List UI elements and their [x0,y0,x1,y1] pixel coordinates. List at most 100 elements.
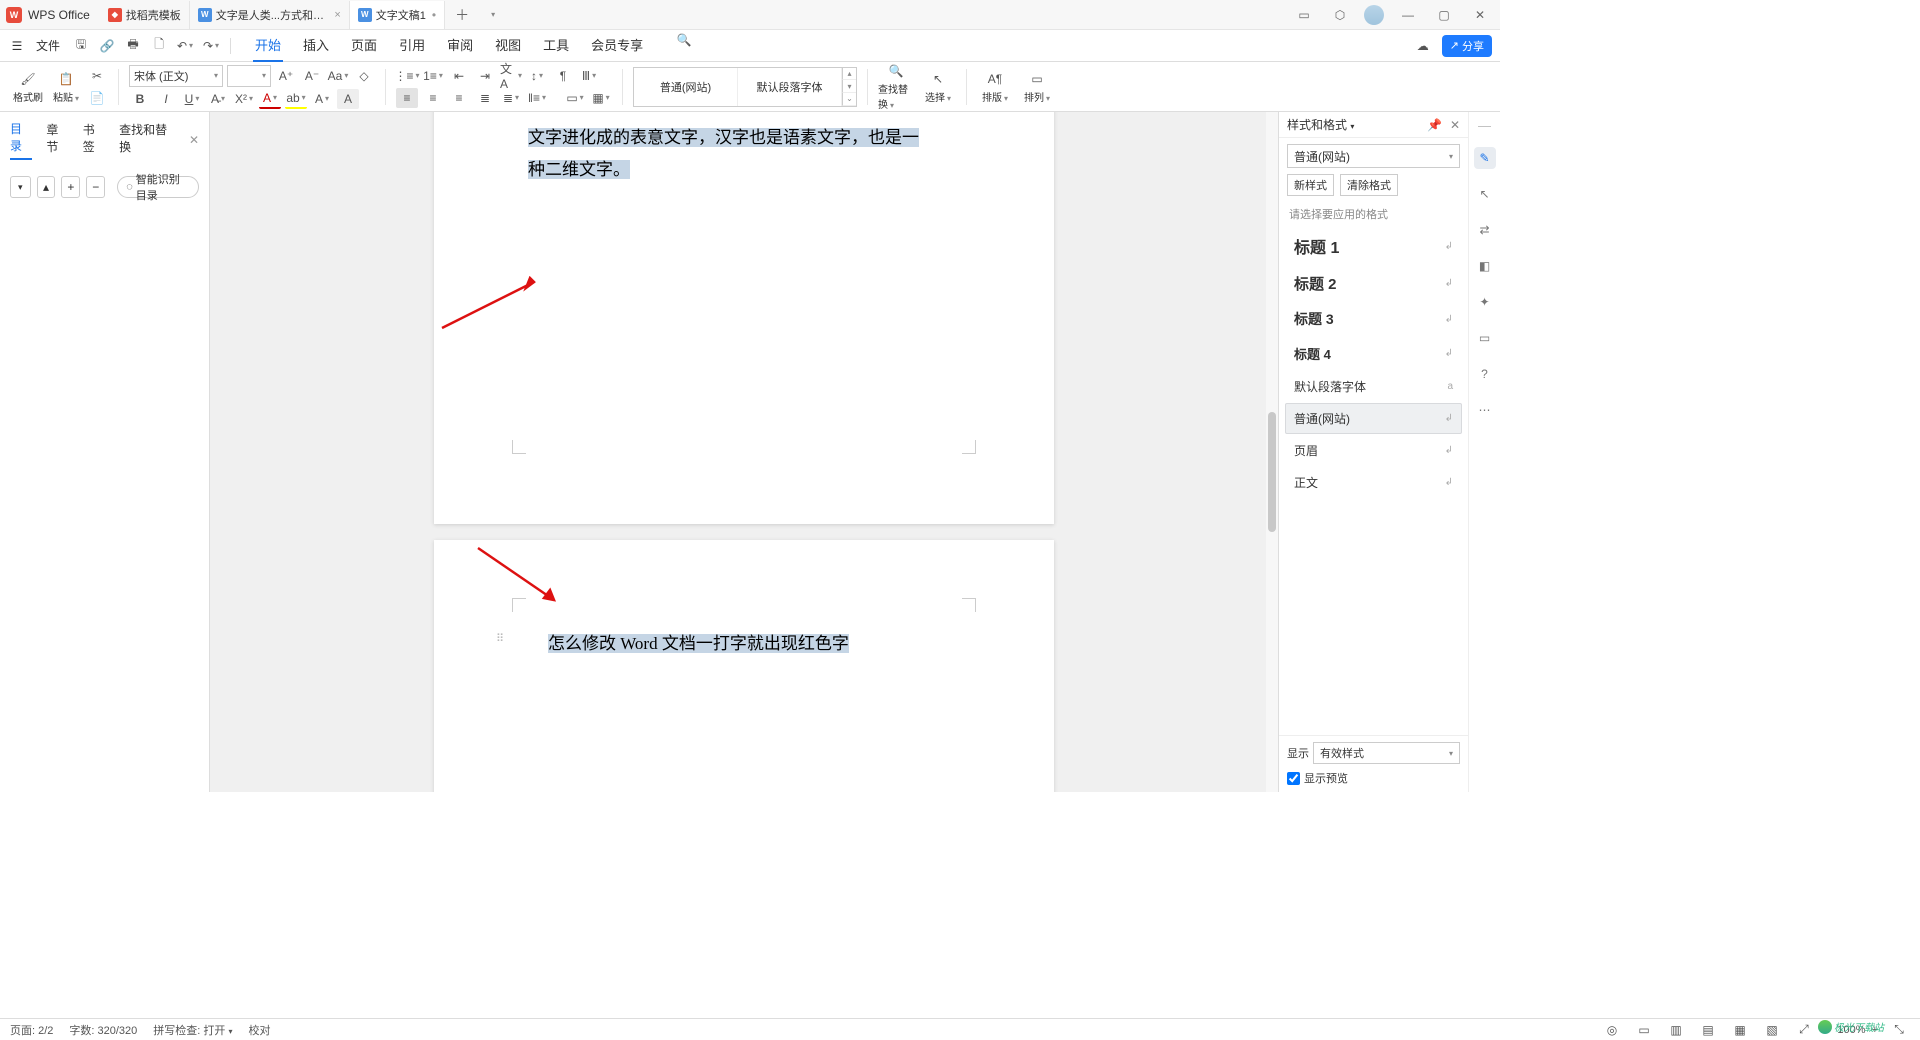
decrease-font-icon[interactable]: A⁻ [301,66,323,86]
strikethrough-icon[interactable]: A̵ [207,89,229,109]
tab-insert[interactable]: 插入 [301,29,331,62]
style-item-body[interactable]: 正文↲ [1285,467,1462,498]
close-icon[interactable]: × [334,9,340,21]
dock-layers-icon[interactable]: ◧ [1474,255,1496,277]
selected-text[interactable]: 怎么修改 Word 文档一打字就出现红色字 [548,634,849,653]
nav-tab-toc[interactable]: 目录 [10,120,32,160]
word-count[interactable]: 字数: 320/320 [69,1022,137,1038]
paste-button[interactable]: 📋粘贴 [52,70,80,104]
dock-select-icon[interactable]: ↖ [1474,183,1496,205]
italic-icon[interactable]: I [155,89,177,109]
nav-tab-bookmarks[interactable]: 书签 [83,121,105,159]
page-indicator[interactable]: 页面: 2/2 [10,1022,53,1038]
tab-start[interactable]: 开始 [253,29,283,62]
print-preview-icon[interactable]: 🗋 [148,35,170,57]
toc-up-button[interactable]: ▴ [37,176,56,198]
scrollbar-thumb[interactable] [1268,412,1276,532]
line-tools-icon[interactable]: Ⅲ [578,66,600,86]
zoom-value[interactable]: 100% [1837,1024,1865,1036]
close-panel-icon[interactable]: ✕ [1450,118,1460,132]
print-icon[interactable]: 🖶 [122,35,144,57]
current-style-select[interactable]: 普通(网站)▾ [1287,144,1460,168]
proof-status[interactable]: 校对 [248,1022,270,1038]
tab-list-dropdown[interactable] [479,9,505,20]
dock-tools-icon[interactable]: ✦ [1474,291,1496,313]
style-item-default-para[interactable]: 默认段落字体a [1285,371,1462,402]
clear-format-icon[interactable]: ◇ [353,66,375,86]
increase-font-icon[interactable]: A⁺ [275,66,297,86]
reader-mode-icon[interactable]: ▭ [1292,3,1316,27]
dock-help-icon[interactable]: ? [1474,363,1496,385]
gallery-up-icon[interactable]: ▴ [842,68,856,81]
align-justify-icon[interactable]: ≣ [474,88,496,108]
increase-indent-icon[interactable]: ⇥ [474,66,496,86]
style-item-normal-web[interactable]: 普通(网站)↲ [1285,403,1462,434]
tab-review[interactable]: 审阅 [445,29,475,62]
style-item-header[interactable]: 页眉↲ [1285,435,1462,466]
add-tab-button[interactable]: ＋ [445,5,479,25]
format-painter-button[interactable]: 🖌格式刷 [10,70,46,104]
font-effects-icon[interactable]: A [337,89,359,109]
zoom-in-icon[interactable]: + [1872,1024,1878,1036]
decrease-indent-icon[interactable]: ⇤ [448,66,470,86]
new-style-button[interactable]: 新样式 [1287,174,1334,196]
style-gallery-item[interactable]: 默认段落字体 [738,68,842,106]
style-item-heading3[interactable]: 标题 3↲ [1285,302,1462,336]
nav-tab-chapters[interactable]: 章节 [46,121,68,159]
web-view-icon[interactable]: ▦ [1729,1020,1751,1040]
maximize-button[interactable]: ▢ [1432,3,1456,27]
spellcheck-status[interactable]: 拼写检查: 打开 ▾ [153,1022,232,1038]
dock-more-icon[interactable]: ⋯ [1474,399,1496,421]
toc-add-button[interactable]: + [61,176,80,198]
zoom-control[interactable]: − 100% + [1825,1024,1878,1036]
align-center-icon[interactable]: ≡ [422,88,444,108]
undo-icon[interactable]: ↶ [174,35,196,57]
line-spacing-icon[interactable]: ‖≡ [526,88,548,108]
page-2[interactable]: ⠿ 怎么修改 Word 文档一打字就出现红色字 [434,540,1054,792]
close-panel-icon[interactable]: ✕ [189,133,199,147]
fullscreen-icon[interactable]: ⤡ [1888,1020,1910,1040]
page-view-icon[interactable]: ▥ [1665,1020,1687,1040]
page-1[interactable]: 文字进化成的表意文字，汉字也是语素文字，也是一 种二维文字。 [434,112,1054,524]
find-replace-button[interactable]: 🔍查找替换 [878,62,914,111]
link-icon[interactable]: 🔗 [96,35,118,57]
nav-tab-find[interactable]: 查找和替换 [119,121,175,159]
distribute-icon[interactable]: ≣ [500,88,522,108]
fill-color-icon[interactable]: ▭ [564,88,586,108]
zoom-out-icon[interactable]: − [1825,1024,1831,1036]
hamburger-icon[interactable]: ☰ [8,37,26,55]
number-list-icon[interactable]: 1≡ [422,66,444,86]
cube-icon[interactable]: ⬡ [1328,3,1352,27]
collapse-dock-icon[interactable]: ― [1478,118,1491,133]
show-marks-icon[interactable]: ¶ [552,66,574,86]
align-right-icon[interactable]: ≡ [448,88,470,108]
tab-page[interactable]: 页面 [349,29,379,62]
dock-settings-icon[interactable]: ⇄ [1474,219,1496,241]
gallery-expand-icon[interactable]: ⌄ [842,93,856,106]
font-size-select[interactable]: ▾ [227,65,271,87]
tab-templates[interactable]: ◆ 找稻壳模板 [100,1,190,29]
arrange-button[interactable]: ▭排列 [1019,70,1055,104]
copy-icon[interactable]: 📄 [86,88,108,108]
style-item-heading4[interactable]: 标题 4↲ [1285,337,1462,370]
tab-member[interactable]: 会员专享 [589,29,645,62]
tab-tools[interactable]: 工具 [541,29,571,62]
style-item-heading1[interactable]: 标题 1↲ [1285,227,1462,265]
dock-view-icon[interactable]: ▭ [1474,327,1496,349]
redo-icon[interactable]: ↷ [200,35,222,57]
selected-text[interactable]: 种二维文字。 [528,160,630,179]
gallery-down-icon[interactable]: ▾ [842,80,856,93]
toc-filter-dropdown[interactable]: ▾ [10,176,31,198]
align-left-icon[interactable]: ≡ [396,88,418,108]
save-icon[interactable]: 🖫 [70,35,92,57]
shading-icon[interactable]: A [311,89,333,109]
show-preview-checkbox[interactable]: 显示预览 [1287,770,1460,786]
text-direction-icon[interactable]: 文A [500,66,522,86]
tab-doc-2[interactable]: W 文字文稿1 • [350,1,445,29]
style-item-heading2[interactable]: 标题 2↲ [1285,266,1462,301]
style-gallery-item[interactable]: 普通(网站) [634,68,738,106]
file-menu[interactable]: 文件 [36,37,60,54]
document-scroll[interactable]: 文字进化成的表意文字，汉字也是语素文字，也是一 种二维文字。 ⠿ 怎么修改 Wo… [210,112,1278,792]
show-filter-select[interactable]: 有效样式▾ [1313,742,1460,764]
clear-format-button[interactable]: 清除格式 [1340,174,1398,196]
